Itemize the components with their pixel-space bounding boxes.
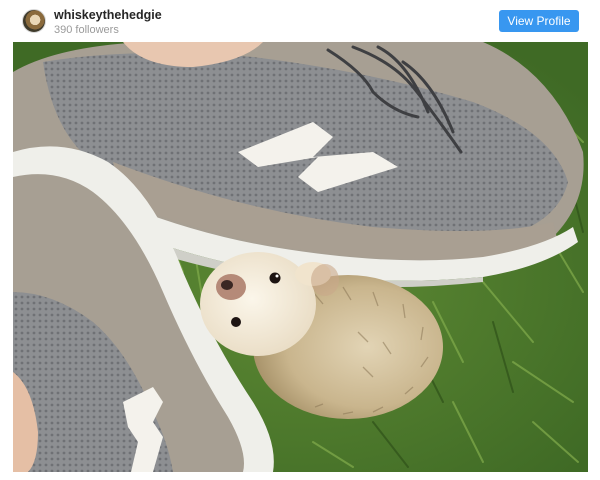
username-link[interactable]: whiskeythehedgie (54, 8, 162, 23)
instagram-post-embed: whiskeythehedgie 390 followers View Prof… (0, 0, 600, 480)
photo-illustration (13, 42, 588, 472)
post-header: whiskeythehedgie 390 followers View Prof… (0, 0, 600, 42)
post-photo[interactable] (13, 42, 588, 472)
avatar[interactable] (22, 9, 46, 33)
follower-count: 390 followers (54, 24, 119, 36)
view-profile-button[interactable]: View Profile (499, 10, 579, 32)
user-block: whiskeythehedgie 390 followers (54, 8, 162, 37)
